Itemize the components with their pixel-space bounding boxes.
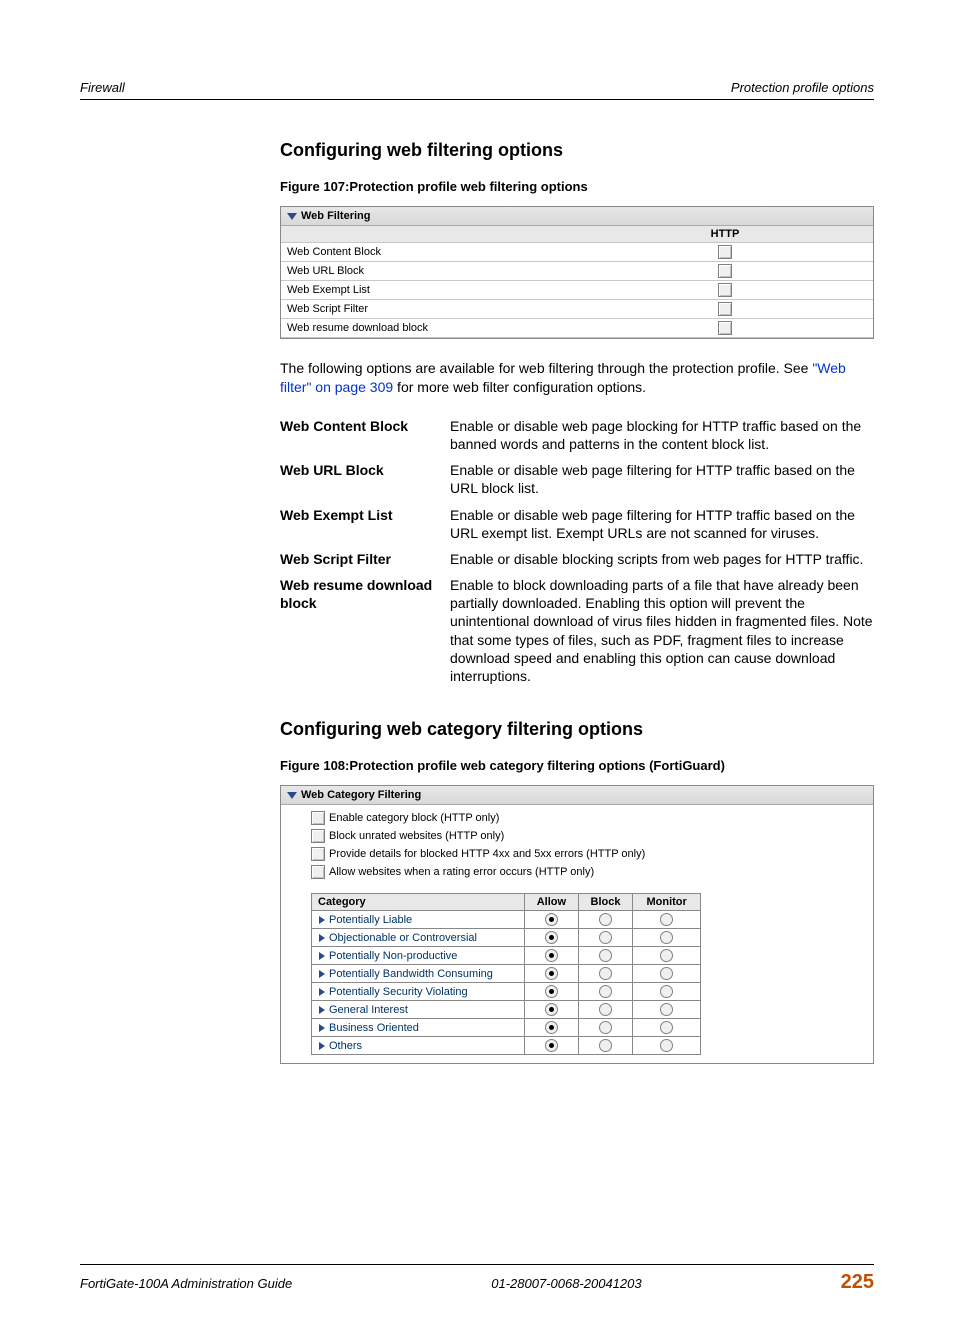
monitor-radio[interactable]	[660, 931, 673, 944]
def-row: Web URL BlockEnable or disable web page …	[280, 457, 874, 501]
allow-radio[interactable]	[545, 1003, 558, 1016]
row-label: Web Content Block	[281, 243, 577, 262]
triangle-down-icon	[287, 211, 297, 221]
row-label: Web resume download block	[281, 319, 577, 338]
block-radio[interactable]	[599, 931, 612, 944]
triangle-right-icon[interactable]	[318, 952, 326, 960]
category-header: Category	[312, 894, 525, 911]
table-row: Web URL Block	[281, 262, 873, 281]
allow-radio[interactable]	[545, 913, 558, 926]
category-row: Potentially Non-productive	[312, 947, 701, 965]
category-table: Category Allow Block Monitor Potentially…	[311, 893, 701, 1055]
category-row: General Interest	[312, 1001, 701, 1019]
monitor-radio[interactable]	[660, 1039, 673, 1052]
header-left: Firewall	[80, 80, 125, 95]
web-exempt-list-checkbox[interactable]	[718, 283, 732, 297]
http-col-header: HTTP	[577, 226, 873, 243]
allow-radio[interactable]	[545, 1039, 558, 1052]
block-radio[interactable]	[599, 1021, 612, 1034]
web-script-filter-checkbox[interactable]	[718, 302, 732, 316]
category-row: Business Oriented	[312, 1019, 701, 1037]
def-row: Web Exempt ListEnable or disable web pag…	[280, 502, 874, 546]
category-row: Others	[312, 1037, 701, 1055]
allow-radio[interactable]	[545, 985, 558, 998]
table-row: Web Script Filter	[281, 300, 873, 319]
block-radio[interactable]	[599, 1039, 612, 1052]
table-row: Web Content Block	[281, 243, 873, 262]
monitor-radio[interactable]	[660, 949, 673, 962]
page-footer: FortiGate-100A Administration Guide 01-2…	[80, 1264, 874, 1294]
table-row: Web resume download block	[281, 319, 873, 338]
header-right: Protection profile options	[731, 80, 874, 95]
category-row: Potentially Security Violating	[312, 983, 701, 1001]
triangle-right-icon[interactable]	[318, 1006, 326, 1014]
web-filtering-header[interactable]: Web Filtering	[281, 207, 873, 226]
page-number: 225	[841, 1271, 874, 1294]
web-content-block-checkbox[interactable]	[718, 245, 732, 259]
triangle-right-icon[interactable]	[318, 970, 326, 978]
section1-body: The following options are available for …	[280, 359, 874, 397]
triangle-right-icon[interactable]	[318, 988, 326, 996]
monitor-radio[interactable]	[660, 967, 673, 980]
figure107-caption: Figure 107:Protection profile web filter…	[280, 179, 874, 194]
row-label: Web Exempt List	[281, 281, 577, 300]
opt-allow-rating-error: Allow websites when a rating error occur…	[281, 863, 873, 881]
web-resume-download-checkbox[interactable]	[718, 321, 732, 335]
block-radio[interactable]	[599, 967, 612, 980]
def-row: Web Script FilterEnable or disable block…	[280, 546, 874, 572]
provide-details-checkbox[interactable]	[311, 847, 325, 861]
block-unrated-checkbox[interactable]	[311, 829, 325, 843]
allow-radio[interactable]	[545, 967, 558, 980]
table-row: Web Exempt List	[281, 281, 873, 300]
monitor-radio[interactable]	[660, 985, 673, 998]
opt-block-unrated: Block unrated websites (HTTP only)	[281, 827, 873, 845]
footer-left: FortiGate-100A Administration Guide	[80, 1276, 292, 1291]
block-radio[interactable]	[599, 1003, 612, 1016]
web-category-filtering-title: Web Category Filtering	[301, 789, 421, 801]
web-category-filtering-panel: Web Category Filtering Enable category b…	[280, 785, 874, 1064]
definitions-table: Web Content BlockEnable or disable web p…	[280, 413, 874, 689]
enable-category-block-checkbox[interactable]	[311, 811, 325, 825]
section1-heading: Configuring web filtering options	[280, 140, 874, 161]
triangle-right-icon[interactable]	[318, 1024, 326, 1032]
page-header: Firewall Protection profile options	[80, 80, 874, 100]
allow-rating-error-checkbox[interactable]	[311, 865, 325, 879]
web-filtering-panel: Web Filtering HTTP Web Content Block Web…	[280, 206, 874, 339]
web-category-filtering-header[interactable]: Web Category Filtering	[281, 786, 873, 805]
section2-heading: Configuring web category filtering optio…	[280, 719, 874, 740]
web-url-block-checkbox[interactable]	[718, 264, 732, 278]
allow-header: Allow	[525, 894, 579, 911]
allow-radio[interactable]	[545, 931, 558, 944]
def-row: Web Content BlockEnable or disable web p…	[280, 413, 874, 457]
triangle-right-icon[interactable]	[318, 1042, 326, 1050]
category-row: Objectionable or Controversial	[312, 929, 701, 947]
opt-provide-details: Provide details for blocked HTTP 4xx and…	[281, 845, 873, 863]
category-row: Potentially Bandwidth Consuming	[312, 965, 701, 983]
opt-enable-category-block: Enable category block (HTTP only)	[281, 809, 873, 827]
block-radio[interactable]	[599, 913, 612, 926]
figure108-caption: Figure 108:Protection profile web catego…	[280, 758, 874, 773]
triangle-down-icon	[287, 790, 297, 800]
category-row: Potentially Liable	[312, 911, 701, 929]
web-filtering-title: Web Filtering	[301, 210, 370, 222]
block-header: Block	[578, 894, 633, 911]
monitor-radio[interactable]	[660, 1003, 673, 1016]
monitor-header: Monitor	[633, 894, 701, 911]
row-label: Web URL Block	[281, 262, 577, 281]
block-radio[interactable]	[599, 985, 612, 998]
block-radio[interactable]	[599, 949, 612, 962]
monitor-radio[interactable]	[660, 913, 673, 926]
row-label: Web Script Filter	[281, 300, 577, 319]
triangle-right-icon[interactable]	[318, 934, 326, 942]
allow-radio[interactable]	[545, 949, 558, 962]
footer-center: 01-28007-0068-20041203	[491, 1276, 641, 1291]
allow-radio[interactable]	[545, 1021, 558, 1034]
triangle-right-icon[interactable]	[318, 916, 326, 924]
monitor-radio[interactable]	[660, 1021, 673, 1034]
def-row: Web resume download blockEnable to block…	[280, 572, 874, 689]
